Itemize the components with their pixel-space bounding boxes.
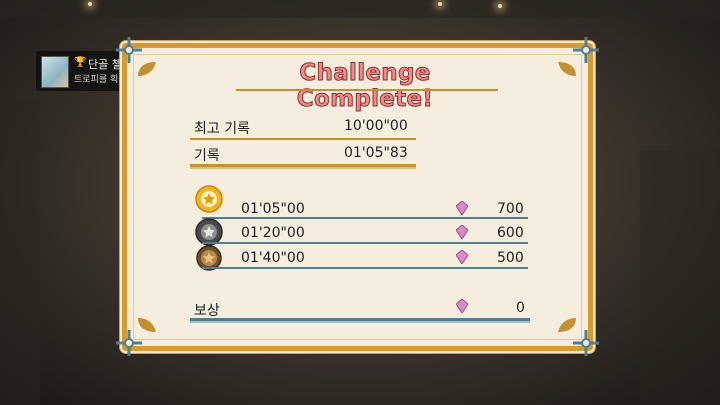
panel-title-text: Challenge Complete! <box>296 60 434 113</box>
background-lamp <box>438 2 442 6</box>
background-pillar <box>640 150 720 405</box>
reward-underline <box>190 318 530 321</box>
leaf-ornament-icon <box>138 318 156 332</box>
rank-underline <box>202 267 528 269</box>
best-record-underline <box>190 138 416 140</box>
rank-underline <box>202 217 528 219</box>
rank-underline <box>202 242 528 244</box>
panel-title: Challenge Complete! <box>240 60 490 113</box>
gem-icon <box>456 299 468 313</box>
rank-gems: 600 <box>497 225 524 241</box>
rank-time: 01'05"00 <box>241 201 305 217</box>
record-value: 01'05"83 <box>344 145 408 161</box>
background-lamp <box>88 2 92 6</box>
reward-value: 0 <box>516 300 525 316</box>
background-lamp <box>498 4 502 8</box>
best-record-value: 10'00"00 <box>344 118 408 134</box>
record-label: 기록 <box>194 148 220 164</box>
leaf-ornament-icon <box>558 62 576 76</box>
rank-gems: 700 <box>497 201 524 217</box>
title-underline <box>236 89 498 91</box>
rank-gems: 500 <box>497 250 524 266</box>
rank-time: 01'20"00 <box>241 225 305 241</box>
record-underline <box>190 164 416 167</box>
background-pillar <box>0 100 40 405</box>
gold-medal-icon <box>195 185 223 213</box>
gem-icon <box>456 201 468 215</box>
gem-icon <box>456 250 468 264</box>
background-beam <box>0 0 720 18</box>
trophy-icon: 🏆 <box>74 57 87 68</box>
gem-icon <box>456 225 468 239</box>
trophy-thumbnail <box>41 56 69 88</box>
best-record-label: 최고 기록 <box>194 121 250 137</box>
leaf-ornament-icon <box>138 62 156 76</box>
rank-time: 01'40"00 <box>241 250 305 266</box>
leaf-ornament-icon <box>558 318 576 332</box>
reward-label: 보상 <box>194 303 220 319</box>
